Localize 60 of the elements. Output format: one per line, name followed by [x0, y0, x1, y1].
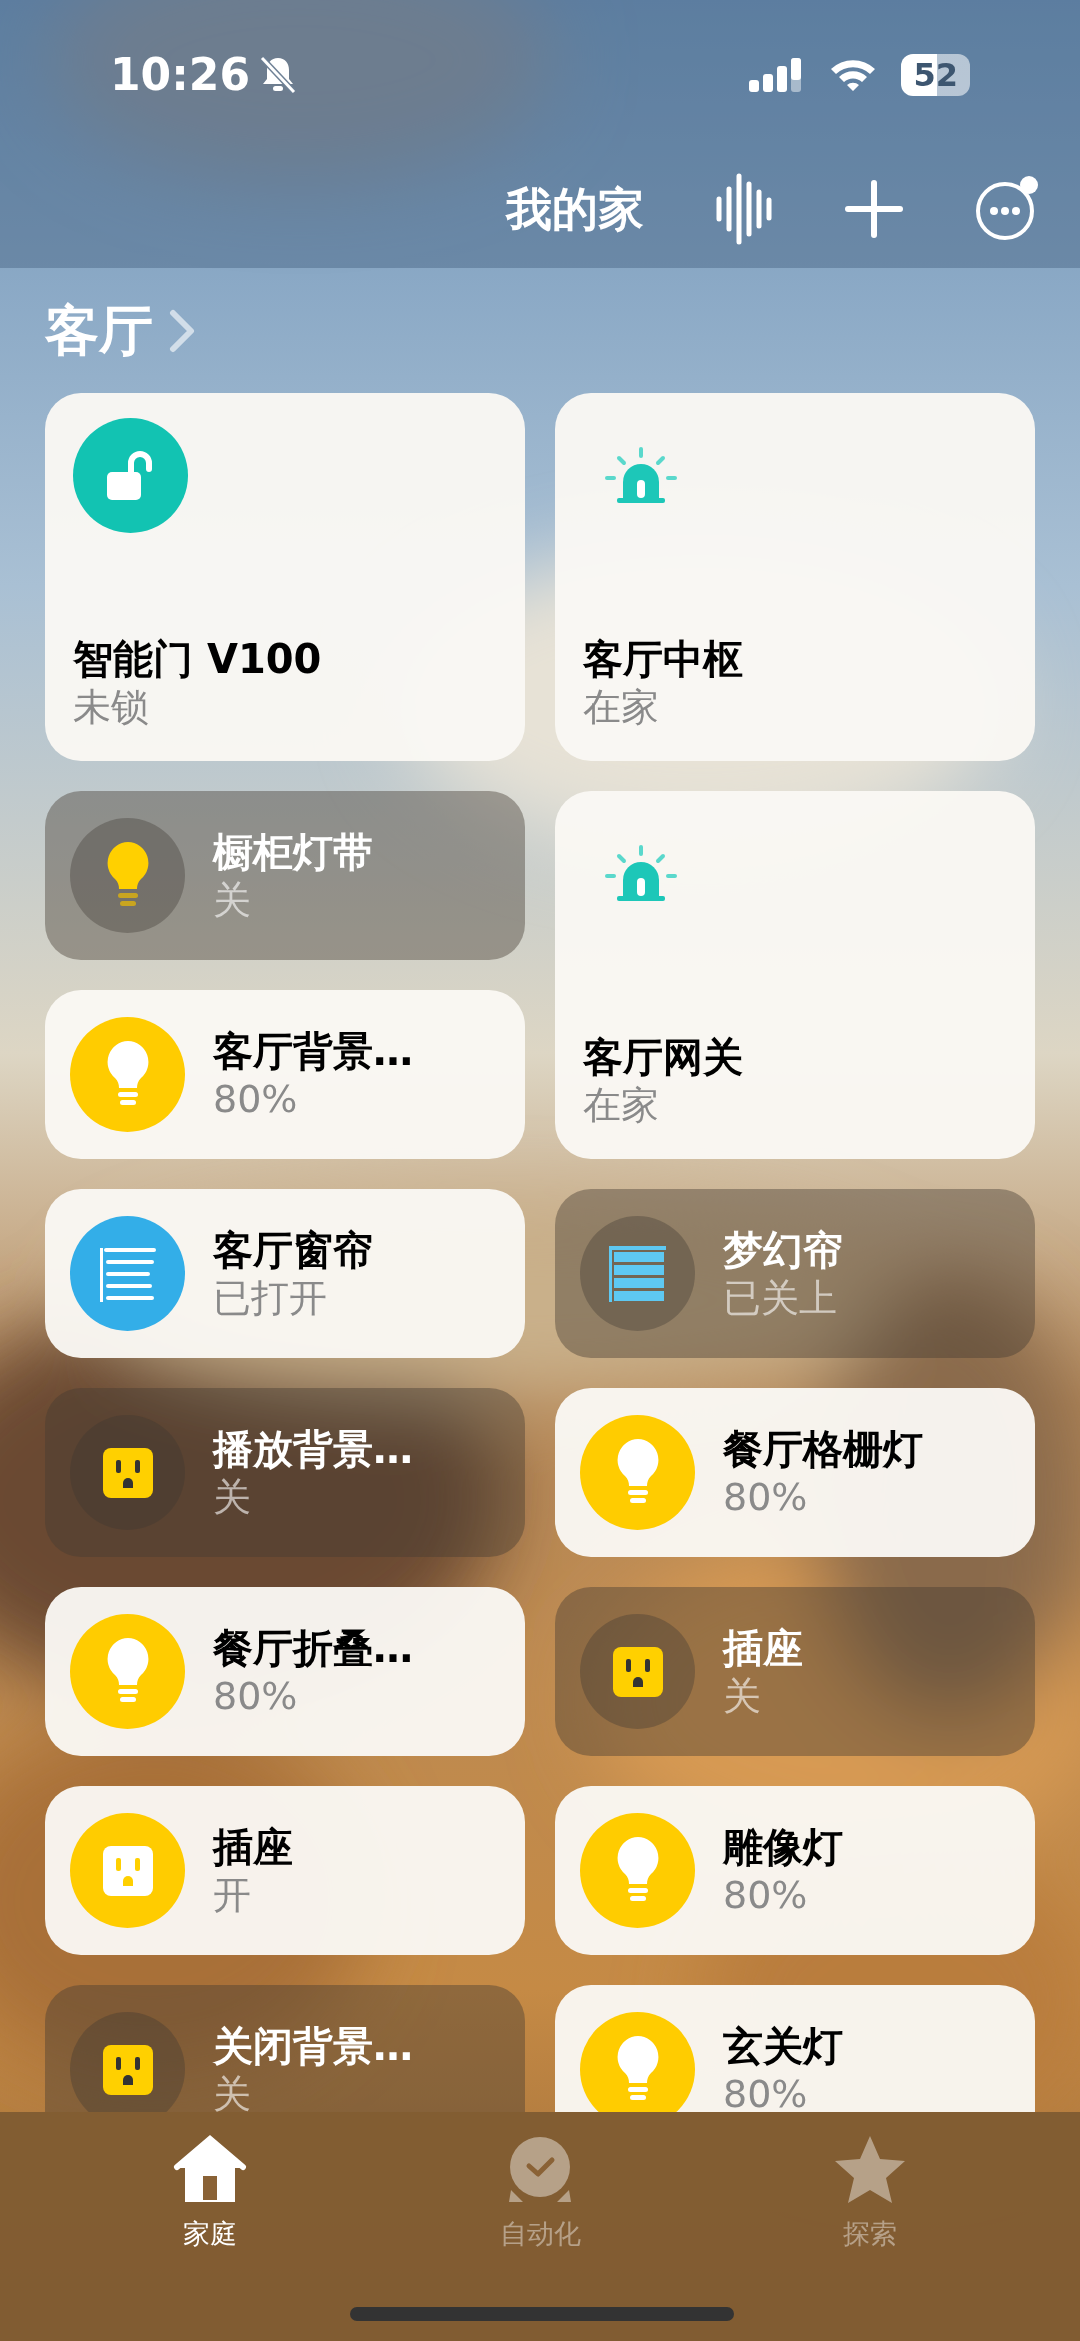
accessory-tile[interactable]: 餐厅格栅灯 80% — [555, 1388, 1035, 1557]
accessory-status: 在家 — [583, 1081, 660, 1129]
accessory-tile[interactable]: 雕像灯 80% — [555, 1786, 1035, 1955]
accessory-tile[interactable]: 玄关灯 80% — [555, 1985, 1035, 2112]
accessory-status: 80% — [213, 1075, 299, 1123]
accessory-tile[interactable]: 客厅背景… 80% — [45, 990, 525, 1159]
accessory-tile[interactable]: 梦幻帘 已关上 — [555, 1189, 1035, 1358]
outlet-icon — [100, 2042, 155, 2097]
house-icon — [171, 2134, 249, 2204]
accessory-name: 智能门 V100 — [73, 634, 323, 684]
accessory-name: 梦幻帘 — [723, 1225, 843, 1275]
battery-indicator: 52 — [901, 54, 970, 96]
accessory-status: 关 — [213, 876, 252, 924]
accessory-name: 客厅窗帘 — [213, 1225, 373, 1275]
accessory-status: 已关上 — [723, 1274, 838, 1322]
accessory-tile[interactable]: 插座 关 — [555, 1587, 1035, 1756]
accessory-status: 80% — [213, 1672, 299, 1720]
more-button[interactable] — [974, 176, 1040, 242]
siren-icon — [603, 843, 679, 904]
accessory-name: 插座 — [213, 1822, 293, 1872]
star-icon — [833, 2134, 907, 2204]
accessory-status: 80% — [723, 2070, 809, 2112]
home-title: 我的家 — [506, 180, 644, 238]
accessory-status: 80% — [723, 1473, 809, 1521]
accessory-name: 播放背景… — [213, 1424, 413, 1474]
accessory-tile[interactable]: 客厅窗帘 已打开 — [45, 1189, 525, 1358]
accessory-tile[interactable]: 餐厅折叠… 80% — [45, 1587, 525, 1756]
accessory-name: 客厅网关 — [583, 1032, 744, 1082]
accessory-tile[interactable]: 客厅中枢 在家 — [555, 393, 1035, 761]
accessory-tile[interactable]: 智能门 V100 未锁 — [45, 393, 525, 761]
outlet-icon — [610, 1644, 665, 1699]
accessory-status: 关 — [213, 2070, 252, 2112]
chevron-icon — [169, 308, 195, 353]
accessory-status: 在家 — [583, 683, 660, 731]
accessory-tile[interactable]: 插座 开 — [45, 1786, 525, 1955]
accessory-status: 未锁 — [73, 683, 150, 731]
accessory-tile[interactable]: 播放背景… 关 — [45, 1388, 525, 1557]
accessory-name: 插座 — [723, 1623, 803, 1673]
accessory-tile[interactable]: 客厅网关 在家 — [555, 791, 1035, 1159]
add-button[interactable] — [844, 179, 904, 239]
outlet-icon — [100, 1445, 155, 1500]
accessory-name: 客厅中枢 — [583, 634, 744, 684]
siren-icon — [603, 445, 679, 506]
plus-icon — [844, 179, 904, 239]
accessory-status: 关 — [213, 1473, 252, 1521]
accessory-status: 已打开 — [213, 1274, 328, 1322]
accessory-name: 餐厅格栅灯 — [723, 1424, 923, 1474]
ellipsis-circle-icon — [974, 176, 1040, 242]
accessory-name: 关闭背景… — [213, 2021, 413, 2071]
accessory-name: 橱柜灯带 — [213, 827, 373, 877]
accessory-name: 客厅背景… — [213, 1026, 413, 1076]
accessory-name: 玄关灯 — [723, 2021, 843, 2071]
tab-item[interactable]: 家庭 — [45, 2112, 375, 2256]
accessory-status: 关 — [723, 1672, 762, 1720]
outlet-icon — [100, 1843, 155, 1898]
accessory-name: 雕像灯 — [723, 1822, 843, 1872]
accessory-name: 餐厅折叠… — [213, 1623, 413, 1673]
accessory-status: 开 — [213, 1871, 252, 1919]
accessory-status: 80% — [723, 1871, 809, 1919]
status-time: 10:26 — [110, 48, 251, 102]
